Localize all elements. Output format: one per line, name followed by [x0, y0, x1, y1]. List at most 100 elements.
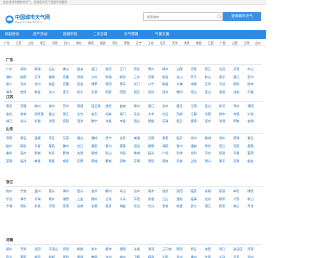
city-search-input[interactable]: [143, 12, 223, 21]
city-link[interactable]: 江阴: [191, 104, 197, 108]
subnav-item[interactable]: 重庆: [184, 40, 190, 46]
city-link[interactable]: 新密: [34, 255, 40, 258]
city-link[interactable]: 辉县: [148, 255, 154, 258]
city-link[interactable]: 南京: [6, 104, 12, 108]
city-link[interactable]: 驻马店: [233, 247, 242, 251]
city-link[interactable]: 惠民: [148, 159, 154, 163]
city-link[interactable]: 高明: [148, 75, 154, 79]
city-link[interactable]: 郓城: [91, 159, 97, 163]
city-link[interactable]: 台州: [134, 189, 140, 193]
nav-item-forecast[interactable]: 天气预报: [124, 30, 138, 39]
city-link[interactable]: 无棣: [176, 159, 182, 163]
city-link[interactable]: 鹤壁: [77, 247, 83, 251]
city-link[interactable]: 陆丰: [247, 82, 253, 86]
city-link[interactable]: 淄博: [34, 136, 40, 140]
city-link[interactable]: 卫辉: [134, 255, 140, 258]
subnav-item[interactable]: 四川: [64, 40, 70, 46]
subnav-item[interactable]: 云南: [244, 40, 250, 46]
city-link[interactable]: 沁阳: [162, 255, 168, 258]
city-link[interactable]: 花都: [63, 75, 69, 79]
city-link[interactable]: 常山: [233, 204, 239, 208]
city-link[interactable]: 廉江: [233, 75, 239, 79]
city-link[interactable]: 肥城: [63, 151, 69, 155]
subnav-item[interactable]: 贵州: [255, 40, 261, 46]
city-link[interactable]: 肇庆: [105, 67, 111, 71]
city-link[interactable]: 睢宁: [91, 119, 97, 123]
city-link[interactable]: 乳山: [105, 151, 111, 155]
city-link[interactable]: 顺德: [120, 75, 126, 79]
city-link[interactable]: 许昌: [134, 247, 140, 251]
city-link[interactable]: 杭州: [6, 189, 12, 193]
city-link[interactable]: 章丘: [247, 136, 253, 140]
nav-item-assets[interactable]: 资产流动: [33, 30, 47, 39]
city-link[interactable]: 沭阳: [49, 119, 55, 123]
city-link[interactable]: 滕州: [63, 144, 69, 148]
city-link[interactable]: 韶关: [77, 67, 83, 71]
city-link[interactable]: 武义: [191, 204, 197, 208]
city-link[interactable]: 金湖: [247, 119, 253, 123]
city-link[interactable]: 徐州: [34, 104, 40, 108]
city-link[interactable]: 安阳: [63, 247, 69, 251]
city-link[interactable]: 日照: [148, 136, 154, 140]
city-link[interactable]: 平远: [219, 82, 225, 86]
city-link[interactable]: 东海: [162, 119, 168, 123]
city-link[interactable]: 如皋: [105, 112, 111, 116]
city-link[interactable]: 宜兴: [205, 104, 211, 108]
city-link[interactable]: 孟州: [176, 255, 182, 258]
subnav-item[interactable]: 上海: [148, 40, 154, 46]
city-link[interactable]: 邓州: [247, 255, 253, 258]
city-link[interactable]: 禹城: [134, 151, 140, 155]
city-link[interactable]: 平度: [34, 144, 40, 148]
city-link[interactable]: 乐陵: [120, 151, 126, 155]
city-link[interactable]: 胶州: [6, 144, 12, 148]
city-link[interactable]: 新会: [162, 75, 168, 79]
city-link[interactable]: 郑州: [6, 247, 12, 251]
city-link[interactable]: 东源: [91, 90, 97, 94]
city-link[interactable]: 漯河: [148, 247, 154, 251]
city-link[interactable]: 江门: [120, 67, 126, 71]
city-link[interactable]: 揭阳: [20, 75, 26, 79]
city-link[interactable]: 湖州: [63, 189, 69, 193]
subnav-item[interactable]: 浙江: [40, 40, 46, 46]
city-link[interactable]: 东阳: [134, 197, 140, 201]
city-link[interactable]: 鹤山: [205, 75, 211, 79]
city-link[interactable]: 连州: [162, 90, 168, 94]
city-link[interactable]: 莱阳: [91, 144, 97, 148]
city-link[interactable]: 招远: [134, 144, 140, 148]
city-link[interactable]: 长葛: [205, 255, 211, 258]
city-link[interactable]: 番禺: [49, 75, 55, 79]
city-link[interactable]: 商丘: [191, 247, 197, 251]
city-link[interactable]: 滨州: [219, 136, 225, 140]
city-link[interactable]: 梅县: [162, 82, 168, 86]
city-link[interactable]: 永嘉: [34, 204, 40, 208]
city-link[interactable]: 象山: [247, 197, 253, 201]
city-link[interactable]: 永康: [148, 197, 154, 201]
city-link[interactable]: 德州: [191, 136, 197, 140]
city-link[interactable]: 慈溪: [219, 189, 225, 193]
city-link[interactable]: 汕头: [49, 67, 55, 71]
city-link[interactable]: 中山: [247, 67, 253, 71]
city-link[interactable]: 常熟: [20, 112, 26, 116]
city-link[interactable]: 化州: [34, 82, 40, 86]
city-link[interactable]: 建德: [162, 189, 168, 193]
city-link[interactable]: 三水: [134, 75, 140, 79]
city-link[interactable]: 吴川: [6, 82, 12, 86]
city-link[interactable]: 赣榆: [148, 119, 154, 123]
city-link[interactable]: 宁海: [6, 204, 12, 208]
city-link[interactable]: 寿光: [205, 144, 211, 148]
city-link[interactable]: 丹阳: [205, 112, 211, 116]
city-link[interactable]: 临海: [191, 197, 197, 201]
city-link[interactable]: 平湖: [34, 197, 40, 201]
subnav-item[interactable]: 辽宁: [136, 40, 142, 46]
city-link[interactable]: 蒙阴: [6, 159, 12, 163]
city-link[interactable]: 龙口: [77, 144, 83, 148]
city-link[interactable]: 宁波: [20, 189, 26, 193]
city-link[interactable]: 新乡: [91, 247, 97, 251]
subnav-item[interactable]: 天津: [172, 40, 178, 46]
city-link[interactable]: 莱西: [49, 144, 55, 148]
city-link[interactable]: 苏州: [63, 104, 69, 108]
city-link[interactable]: 泗阳: [63, 119, 69, 123]
city-link[interactable]: 诸暨: [63, 197, 69, 201]
city-link[interactable]: 浦江: [205, 204, 211, 208]
city-link[interactable]: 长兴: [148, 204, 154, 208]
